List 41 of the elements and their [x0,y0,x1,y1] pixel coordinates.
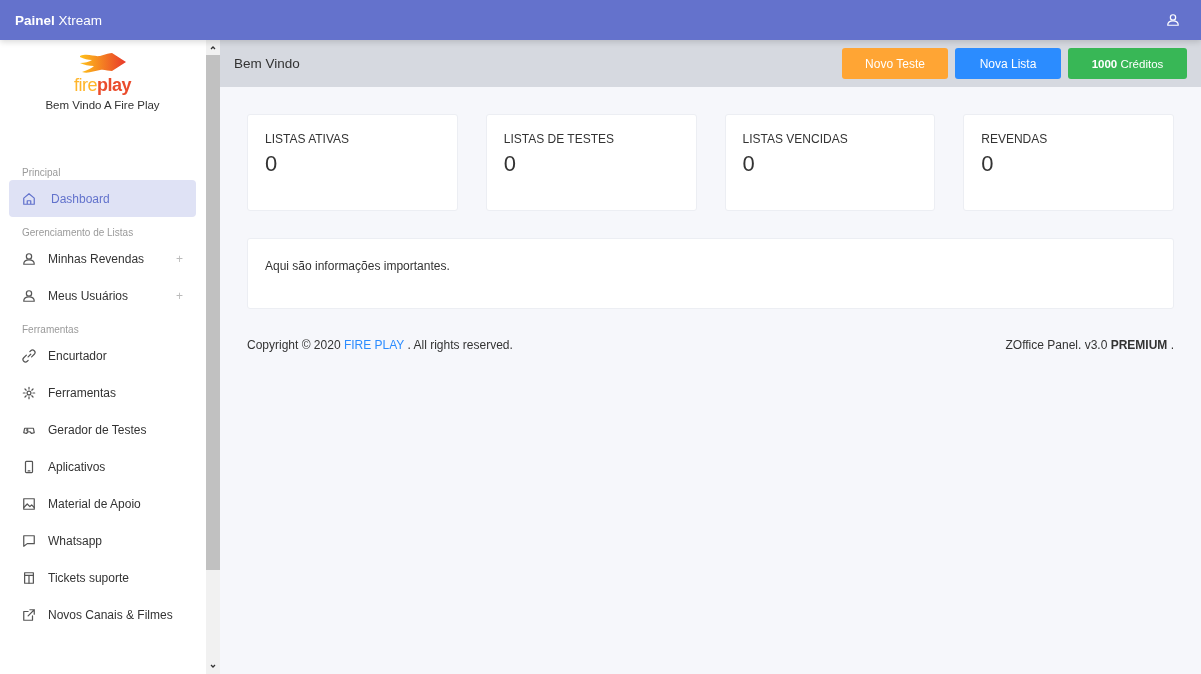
nav-item[interactable]: Aplicativos [9,448,196,485]
nav-item[interactable]: Tickets suporte [9,559,196,596]
flame-logo-icon [77,52,128,76]
stat-value: 0 [503,151,517,177]
stat-value: 0 [981,151,995,177]
stat-label: LISTAS ATIVAS [265,132,351,146]
chat-icon [22,533,36,548]
stat-value: 0 [265,151,279,177]
nav-item[interactable]: Encurtador [9,337,196,374]
stat-value: 0 [742,151,756,177]
image-icon [22,496,36,511]
nav-item[interactable]: Ferramentas [9,374,196,411]
external-link-icon [22,607,36,622]
section-title: Gerenciamento de Listas [21,227,135,238]
nav-item[interactable]: Meus Usuários + [9,277,196,314]
info-text: Aqui são informações importantes. [265,259,450,273]
scrollbar[interactable] [206,40,220,674]
phone-icon [22,459,36,474]
welcome-text: Bem Vindo A Fire Play [45,99,160,111]
user-icon[interactable] [1166,13,1180,27]
nav-item[interactable]: Minhas Revendas + [9,240,196,277]
document-icon [22,570,36,585]
stat-label: REVENDAS [981,132,1049,146]
app-title: Painel Xtream [15,12,103,28]
user-icon [22,288,36,303]
copyright-text: Copyright © 2020 FIRE PLAY . All rights reserved. [247,338,513,352]
link-icon [22,348,36,363]
home-icon [22,191,36,206]
logo-text: fireplay [73,76,131,94]
stat-label: LISTAS VENCIDAS [742,132,849,146]
section-title: Principal [21,167,62,178]
nav-item[interactable]: Novos Canais & Filmes [9,596,196,633]
version-text: ZOffice Panel. v3.0 PREMIUM . [1005,338,1174,352]
nav-item[interactable]: Whatsapp [9,522,196,559]
nav-item[interactable]: Material de Apoio [9,485,196,522]
nav-item[interactable]: Dashboard [9,180,196,217]
stat-label: LISTAS DE TESTES [503,132,615,146]
nav-item[interactable]: Gerador de Testes [9,411,196,448]
user-icon [22,251,36,266]
page-title: Bem Vindo [234,56,300,71]
section-title: Ferramentas [21,324,80,335]
